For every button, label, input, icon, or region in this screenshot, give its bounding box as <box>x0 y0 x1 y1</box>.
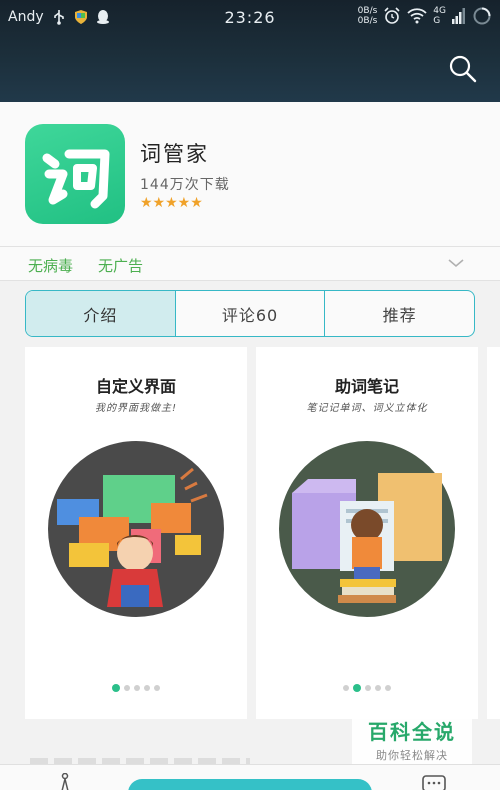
screenshot-card[interactable]: 自定义界面 我的界面我做主! <box>25 347 247 719</box>
note-illustration <box>279 441 455 617</box>
top-app-bar: Andy 23:26 0B/s 0B/s 4G G <box>0 0 500 102</box>
screenshot-subtitle: 我的界面我做主! <box>94 403 177 414</box>
page-dot <box>154 685 160 691</box>
tab-intro[interactable]: 介绍 <box>26 291 176 336</box>
page-dot <box>365 685 371 691</box>
chevron-down-icon[interactable] <box>448 255 464 271</box>
page-indicator <box>25 684 247 692</box>
download-count: 144万次下载 <box>140 177 230 193</box>
screenshot-title: 自定义界面 <box>95 377 176 396</box>
custom-ui-illustration <box>48 441 224 617</box>
watermark-title: 百科全说 <box>368 720 456 744</box>
signal-icon <box>452 8 465 24</box>
tab-comments[interactable]: 评论60 <box>176 291 326 336</box>
watermark: 百科全说 助你轻松解决 <box>352 712 472 764</box>
screenshot-card-peek[interactable] <box>487 347 500 719</box>
badge-no-ads: 无广告 <box>98 257 144 275</box>
tab-recommend[interactable]: 推荐 <box>325 291 474 336</box>
ci-logo-icon <box>42 149 110 209</box>
badge-no-virus: 无病毒 <box>28 257 74 275</box>
app-logo <box>25 124 125 224</box>
screenshot-card[interactable]: 助词笔记 笔记记单词、词义立体化 <box>256 347 478 719</box>
app-name: 词管家 <box>140 142 209 166</box>
page-dot <box>343 685 349 691</box>
detail-tabs: 介绍 评论60 推荐 <box>25 290 475 337</box>
page-indicator <box>256 684 478 692</box>
share-icon[interactable] <box>54 773 76 790</box>
status-bar: Andy 23:26 0B/s 0B/s 4G G <box>0 0 500 36</box>
network-speed: 0B/s 0B/s <box>357 6 378 26</box>
page-dot <box>375 685 381 691</box>
watermark-subtitle: 助你轻松解决 <box>376 749 448 762</box>
download-button[interactable] <box>128 779 372 790</box>
page-dot <box>385 685 391 691</box>
screenshot-subtitle: 笔记记单词、词义立体化 <box>306 403 428 414</box>
search-icon[interactable] <box>448 54 478 84</box>
page-dot <box>353 684 361 692</box>
alarm-icon <box>384 7 400 24</box>
page-dot <box>134 685 140 691</box>
wifi-icon <box>407 8 427 24</box>
comment-icon[interactable] <box>422 775 446 790</box>
bottom-action-bar <box>0 764 500 790</box>
network-type: 4G G <box>433 6 446 26</box>
screenshot-title: 助词笔记 <box>334 377 399 396</box>
page-dot <box>144 685 150 691</box>
page-dot <box>124 685 130 691</box>
rating-stars: ★★★★★ <box>140 195 203 211</box>
app-header: 词管家 144万次下载 ★★★★★ <box>0 102 500 246</box>
loading-icon <box>473 7 491 25</box>
safety-badges[interactable]: 无病毒 无广告 <box>0 246 500 281</box>
page-dot <box>112 684 120 692</box>
